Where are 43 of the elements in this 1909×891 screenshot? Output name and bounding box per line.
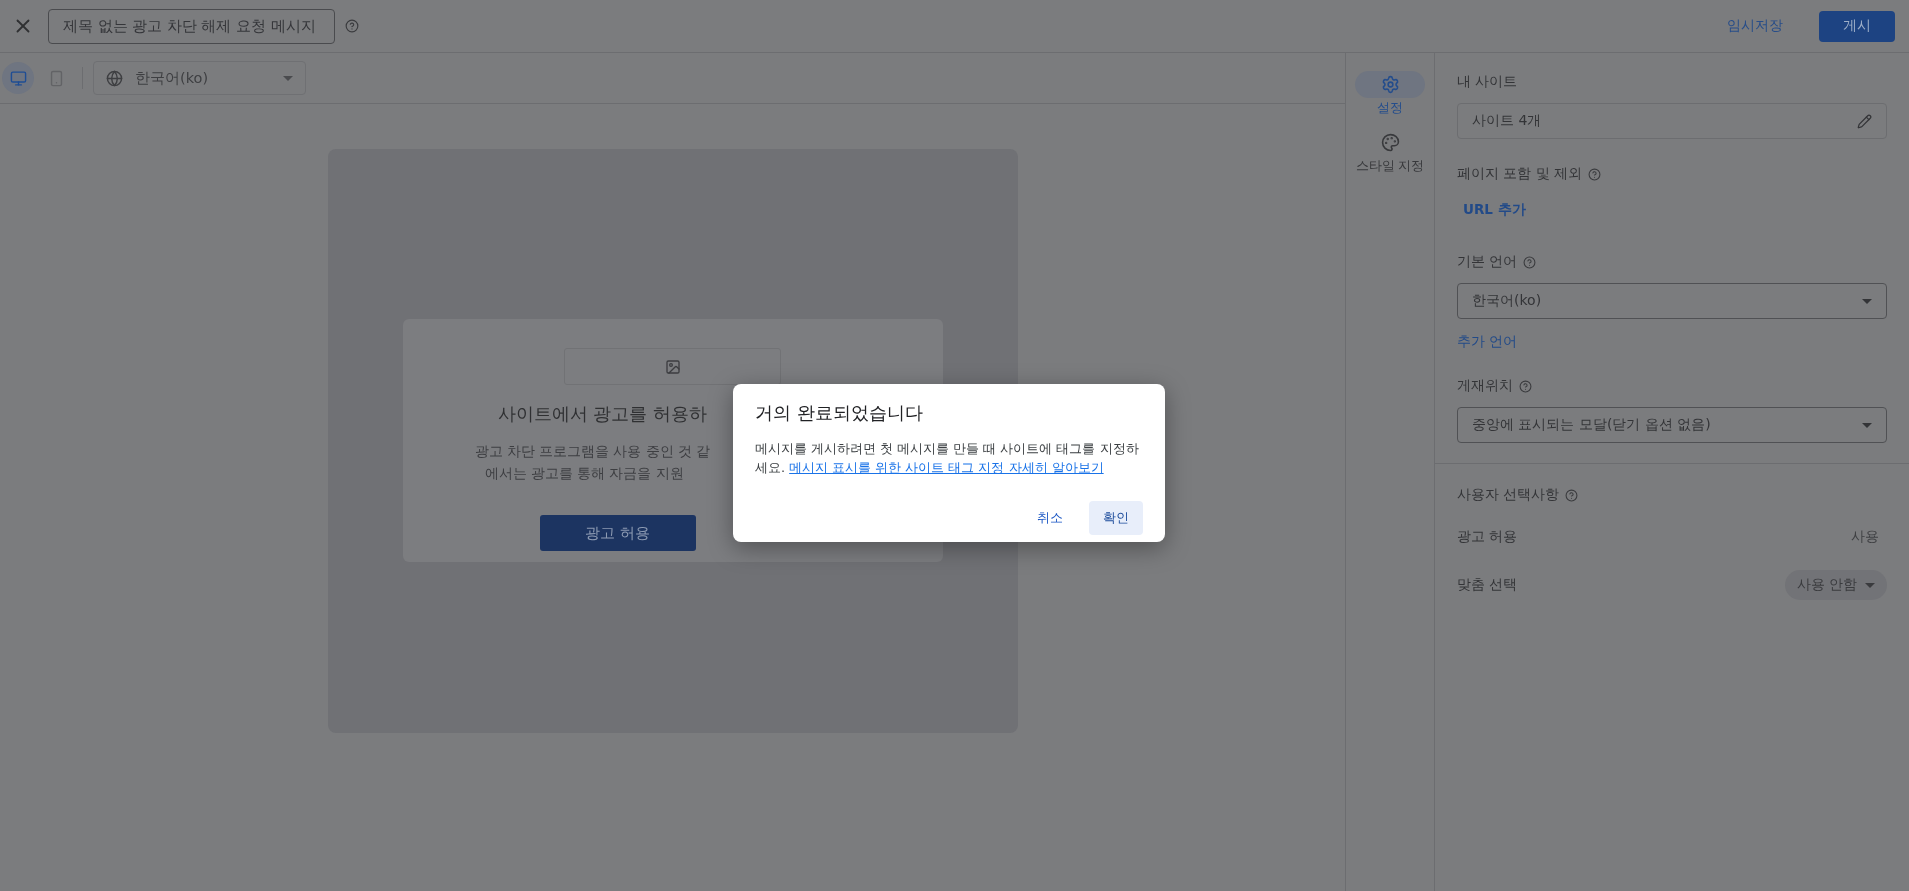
caret-icon [1865, 582, 1875, 588]
help-icon[interactable] [1565, 488, 1579, 502]
gear-icon [1380, 75, 1400, 94]
help-icon[interactable] [1523, 255, 1537, 269]
cancel-button[interactable]: 취소 [1023, 501, 1077, 535]
desktop-view-button[interactable] [2, 62, 34, 94]
image-icon [664, 358, 681, 375]
placement-select[interactable]: 중앙에 표시되는 모달(닫기 옵션 없음) [1457, 407, 1887, 443]
message-heading: 사이트에서 광고를 허용하 [497, 402, 707, 426]
edit-icon[interactable] [1857, 113, 1872, 129]
rail-tab[interactable]: 스타일 지정 [1355, 129, 1425, 175]
globe-icon [106, 69, 123, 87]
publish-button[interactable]: 게시 [1819, 10, 1895, 42]
message-text: 에서는 광고를 통해 자금을 지원 [484, 464, 685, 483]
message-text: 광고 차단 프로그램을 사용 중인 것 같 [474, 442, 711, 461]
help-icon[interactable] [1588, 167, 1602, 181]
add-language-link[interactable]: 추가 언어 [1457, 333, 1518, 351]
dropdown-caret-icon [1862, 422, 1872, 428]
section-label: 내 사이트 [1457, 73, 1519, 91]
help-icon[interactable] [1519, 379, 1532, 393]
language-select[interactable]: 한국어(ko) [1457, 283, 1887, 319]
allow-ads-button[interactable]: 광고 허용 [539, 515, 696, 551]
caret-icon [283, 75, 293, 81]
section-label: 페이지 포함 및 제외 [1457, 165, 1583, 183]
monitor-icon [9, 69, 27, 87]
dialog-text: 메시지를 게시하려면 첫 메시지를 만들 때 사이트에 태그를 지정하세요. 메시지 표시를 위한 사이트 태그 지정 자세히 알아보기 [755, 440, 1140, 477]
choice-label: 맞춤 선택 [1457, 576, 1518, 594]
learn-more-link[interactable]: 메시지 표시를 위한 사이트 태그 지정 자세히 알아보기 [789, 460, 1104, 475]
sites-field[interactable]: 사이트 4개 [1457, 103, 1887, 139]
title-field[interactable]: 제목 없는 광고 차단 해제 요청 메시지 [48, 8, 335, 44]
section-label: 기본 언어 [1457, 253, 1518, 271]
choice-dropdown[interactable]: 사용 안함 [1784, 570, 1887, 600]
help-icon[interactable] [345, 19, 359, 33]
palette-icon [1380, 133, 1400, 152]
confirm-button[interactable]: 확인 [1089, 501, 1143, 535]
section-label: 게재위치 [1457, 377, 1513, 395]
dropdown-caret-icon [1862, 298, 1872, 304]
add-url-link[interactable]: URL 추가 [1463, 201, 1526, 219]
draft-button[interactable]: 임시저장 [1713, 9, 1797, 43]
choice-label: 광고 허용 [1457, 528, 1518, 546]
section-label: 사용자 선택사항 [1457, 486, 1560, 504]
dialog-title: 거의 완료되었습니다 [755, 402, 924, 425]
choice-value: 사용 [1851, 528, 1880, 546]
